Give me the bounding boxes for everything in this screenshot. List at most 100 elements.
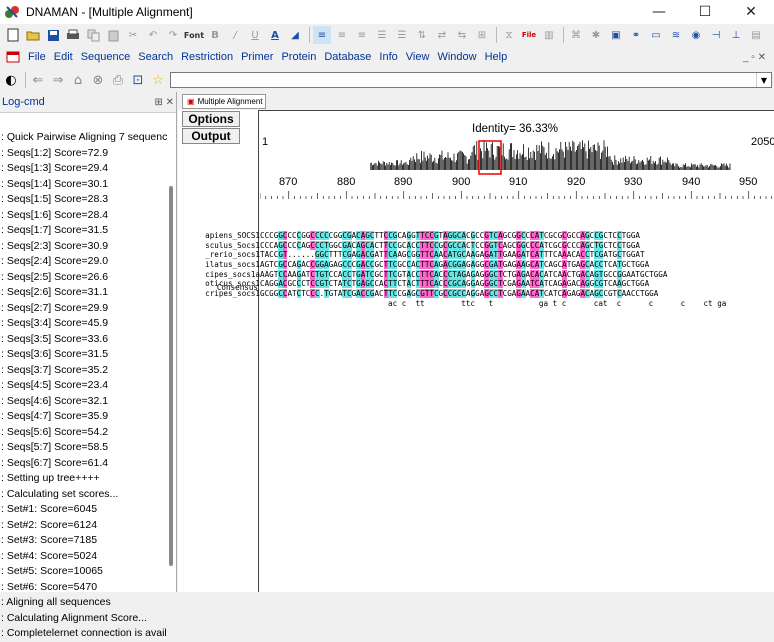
position-ruler xyxy=(260,191,773,199)
restriction-icon[interactable]: ✱ xyxy=(587,26,605,44)
highlight-icon[interactable]: ◢ xyxy=(286,26,304,44)
refresh-icon[interactable]: ⎙ xyxy=(109,71,127,89)
sequence-alignment[interactable]: CCCGGCCCCGGCCCCCGGCGACAGCTTCCGCAGGTTCCGT… xyxy=(260,231,667,299)
file-seq-icon[interactable]: File xyxy=(520,26,538,44)
sequence-row[interactable]: CCCAGCCCCAGCCCTGGCGACAGCACTTCCGCACCTTCCG… xyxy=(260,240,667,251)
mdi-window-controls[interactable]: _ ▫ ✕ xyxy=(743,52,766,63)
dropdown-arrow-icon[interactable]: ▼ xyxy=(756,73,771,87)
window-icon[interactable]: ▤ xyxy=(747,26,765,44)
document-icon: ▣ xyxy=(187,97,195,106)
sequence-row[interactable]: TACCGT......GGCTTTCGAGACGATTCAAGCGGTTCAA… xyxy=(260,250,667,260)
open-folder-icon[interactable] xyxy=(24,26,42,44)
numbering-icon[interactable]: ☰ xyxy=(393,26,411,44)
log-line: : Seqs[2:3] Score=30.9 xyxy=(1,239,109,252)
log-line: : Calculating set scores... xyxy=(1,487,119,500)
forward-icon[interactable]: ⇒ xyxy=(49,71,67,89)
options-button[interactable]: Options xyxy=(182,111,240,127)
log-list: : Quick Pairwise Aligning 7 sequenc: Seq… xyxy=(0,130,168,642)
menu-search[interactable]: Search xyxy=(134,51,177,63)
identity-bars xyxy=(370,140,731,170)
menu-restriction[interactable]: Restriction xyxy=(177,51,237,63)
title-bar: DNAMAN - [Multiple Alignment] — ☐ ✕ xyxy=(0,0,774,24)
menu-protein[interactable]: Protein xyxy=(277,51,320,63)
tab-multiple-alignment[interactable]: ▣ Multiple Alignment xyxy=(182,94,266,109)
consensus-sequence: ac c tt ttc t ga t c cat c c c ct ga xyxy=(269,299,727,308)
align-center-icon[interactable]: ≡ xyxy=(333,26,351,44)
maximize-button[interactable]: ☐ xyxy=(682,0,728,24)
toolbar-separator xyxy=(309,27,310,43)
translate-icon[interactable]: ⇅ xyxy=(413,26,431,44)
close-button[interactable]: ✕ xyxy=(728,0,774,24)
menu-info[interactable]: Info xyxy=(375,51,401,63)
log-line: : Set#3: Score=7185 xyxy=(1,534,98,546)
menu-help[interactable]: Help xyxy=(481,51,512,63)
back-icon[interactable]: ⇐ xyxy=(29,71,47,89)
align-right-icon[interactable]: ≡ xyxy=(353,26,371,44)
log-scrollbar[interactable] xyxy=(169,186,173,566)
log-line: : Set#4: Score=5024 xyxy=(1,549,98,562)
gel-icon[interactable]: ▥ xyxy=(540,26,558,44)
plasmid-icon[interactable]: ▣ xyxy=(607,26,625,44)
favorites-star-icon[interactable]: ☆ xyxy=(149,71,167,89)
protein-icon[interactable]: ⊥ xyxy=(727,26,745,44)
panel-controls[interactable]: ⊞ ✕ xyxy=(154,97,174,108)
log-line: : Seqs[6:7] Score=61.4 xyxy=(1,456,109,469)
globe-icon[interactable]: ◐ xyxy=(2,71,20,89)
log-line: : Set#5: Score=10065 xyxy=(1,565,103,577)
consensus-row: ac c tt ttc t ga t c cat c c c ct ga xyxy=(260,290,726,308)
paste-icon[interactable] xyxy=(104,26,122,44)
save-icon[interactable] xyxy=(44,26,62,44)
primer-icon[interactable]: ⊣ xyxy=(707,26,725,44)
menu-window[interactable]: Window xyxy=(433,51,480,63)
log-line: : Seqs[1:7] Score=31.5 xyxy=(1,224,109,236)
sequence-row[interactable]: CAGGACGCCCTCCGTCTATCTGAGCCACTTCTACTTTCAC… xyxy=(260,279,667,289)
sequence-row[interactable]: AGTCGCCAGACCGGAGAGCCCGACCGCTTCGCCACTTCAG… xyxy=(260,260,667,270)
font-button[interactable]: Font xyxy=(184,26,204,44)
italic-icon[interactable]: / xyxy=(226,26,244,44)
new-file-icon[interactable] xyxy=(4,26,22,44)
dot-plot-icon[interactable]: ▭ xyxy=(647,26,665,44)
undo-icon[interactable]: ↶ xyxy=(144,26,162,44)
menu-primer[interactable]: Primer xyxy=(237,51,277,63)
minimize-button[interactable]: — xyxy=(636,0,682,24)
mdi-document-icon[interactable] xyxy=(4,48,22,66)
log-line: : Seqs[2:7] Score=29.9 xyxy=(1,301,109,314)
cut-icon[interactable]: ✂ xyxy=(124,26,142,44)
ruler-label: 890 xyxy=(394,176,413,188)
binoculars-icon[interactable]: ⚭ xyxy=(627,26,645,44)
sequence-row[interactable]: CCCGGCCCCGGCCCCCGGCGACAGCTTCCGCAGGTTCCGT… xyxy=(260,231,667,241)
stop-icon[interactable]: ⊗ xyxy=(89,71,107,89)
log-line: : Seqs[2:6] Score=31.1 xyxy=(1,286,109,298)
tree-icon[interactable]: ⌘ xyxy=(567,26,585,44)
align-left-icon[interactable]: ≡ xyxy=(313,26,331,44)
complement-icon[interactable]: ⇆ xyxy=(453,26,471,44)
tab-label: Multiple Alignment xyxy=(197,97,263,106)
web-icon[interactable]: ⊡ xyxy=(129,71,147,89)
log-line: : Setting up tree++++ xyxy=(1,472,100,484)
url-address-box[interactable]: ▼ xyxy=(170,72,772,88)
map-icon[interactable]: ⧖ xyxy=(500,26,518,44)
align-icon[interactable]: ≋ xyxy=(667,26,685,44)
menu-sequence[interactable]: Sequence xyxy=(77,51,135,63)
bullets-icon[interactable]: ☰ xyxy=(373,26,391,44)
bold-icon[interactable]: B xyxy=(206,26,224,44)
underline-icon[interactable]: U xyxy=(246,26,264,44)
sequence-row[interactable]: AAGTCCAAGATCTGTCCACCTGATCGCTTCGTACCTTCAC… xyxy=(260,269,667,280)
print-icon[interactable] xyxy=(64,26,82,44)
output-button[interactable]: Output xyxy=(182,128,240,144)
text-color-icon[interactable]: A xyxy=(266,26,284,44)
split-icon[interactable]: ⊞ xyxy=(473,26,491,44)
ruler-label: 870 xyxy=(279,176,298,188)
menu-database[interactable]: Database xyxy=(320,51,375,63)
log-line: : Calculating Alignment Score... xyxy=(1,611,147,624)
home-icon[interactable]: ⌂ xyxy=(69,71,87,89)
redo-icon[interactable]: ↷ xyxy=(164,26,182,44)
menu-file[interactable]: File xyxy=(24,51,50,63)
reverse-icon[interactable]: ⇄ xyxy=(433,26,451,44)
identity-overview-graph[interactable] xyxy=(370,140,740,176)
copy-icon[interactable] xyxy=(84,26,102,44)
menu-edit[interactable]: Edit xyxy=(50,51,77,63)
menu-view[interactable]: View xyxy=(402,51,434,63)
toolbar-separator xyxy=(563,27,564,43)
database-icon[interactable]: ◉ xyxy=(687,26,705,44)
